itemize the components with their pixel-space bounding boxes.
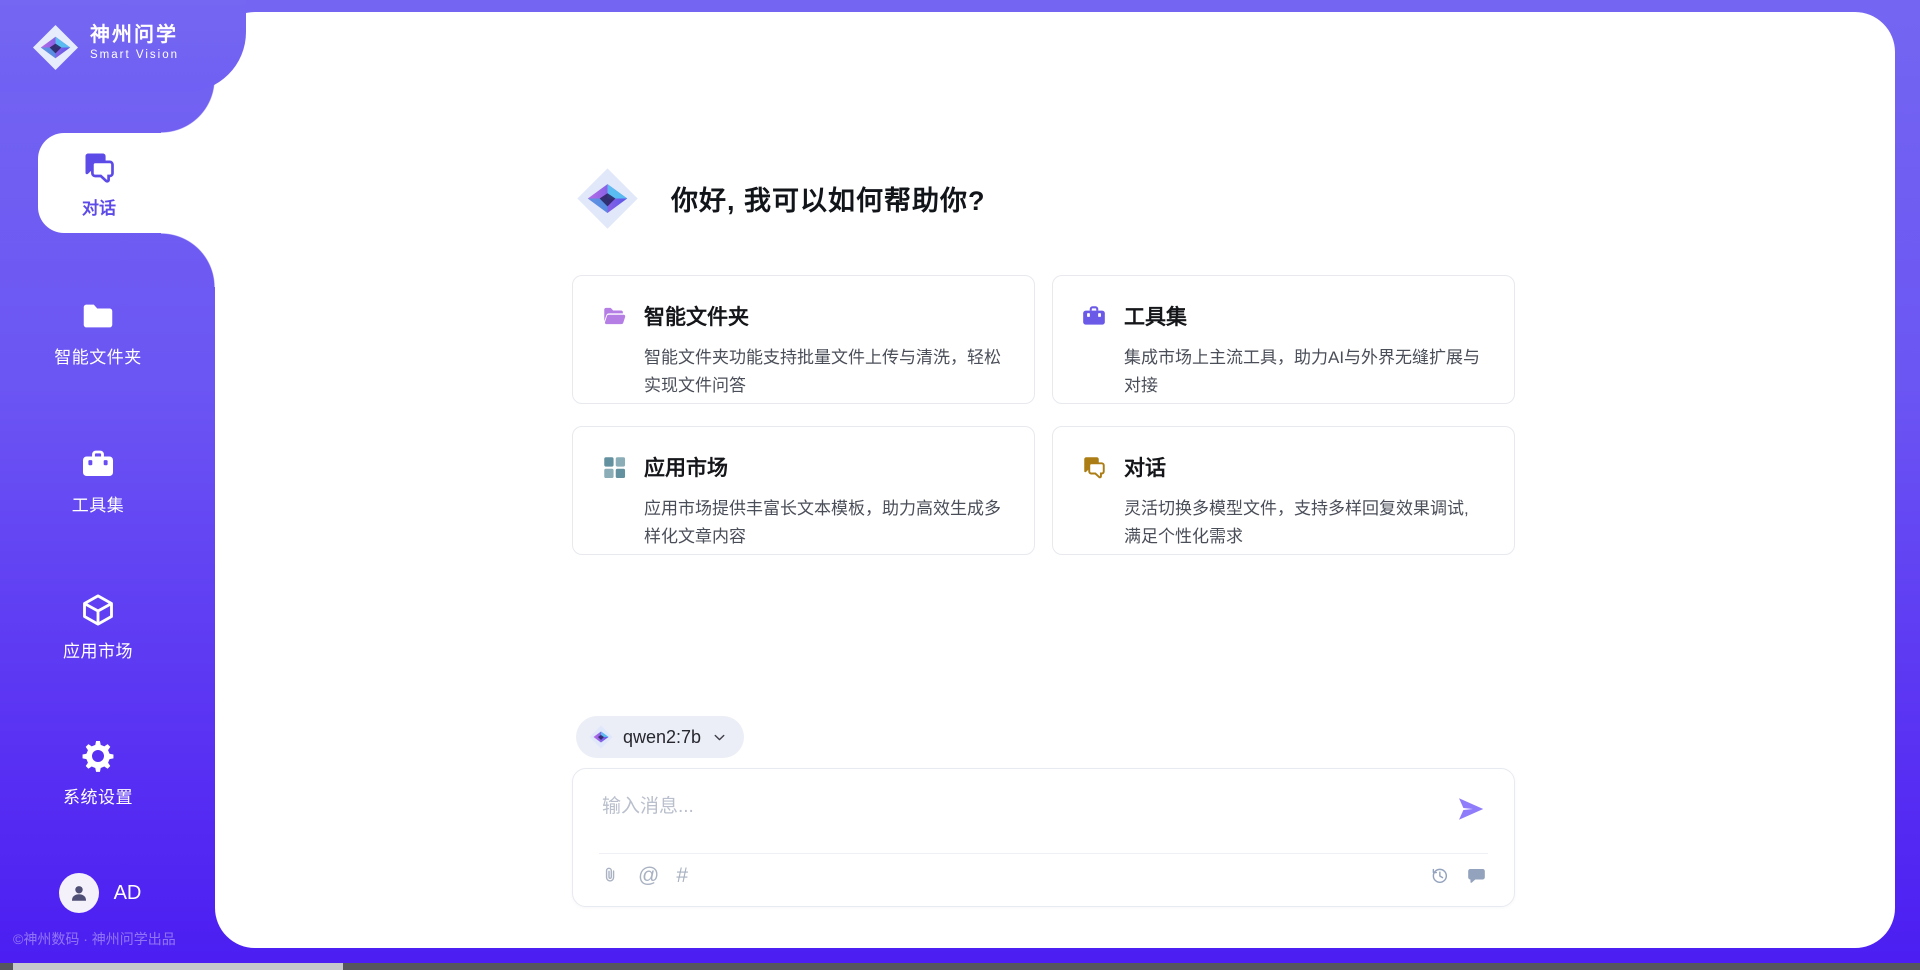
sidebar-item-settings[interactable]: 系统设置 <box>0 738 196 808</box>
user-profile[interactable]: AD <box>0 873 200 913</box>
send-button[interactable] <box>1454 793 1488 827</box>
feedback-button[interactable] <box>1466 865 1487 886</box>
horizontal-scrollbar[interactable] <box>0 963 1920 970</box>
card-description: 集成市场上主流工具，助力AI与外界无缝扩展与对接 <box>1124 344 1490 400</box>
history-button[interactable] <box>1429 865 1450 886</box>
paperclip-icon <box>600 865 621 886</box>
chat-icon <box>81 149 117 185</box>
chevron-down-icon <box>711 729 728 746</box>
gear-icon <box>80 738 116 774</box>
card-description: 灵活切换多模型文件，支持多样回复效果调试, 满足个性化需求 <box>1124 495 1490 551</box>
sidebar-item-label: 系统设置 <box>63 783 133 808</box>
avatar <box>59 873 99 913</box>
composer-tools-left: @ # <box>600 865 688 886</box>
feature-cards: 智能文件夹 智能文件夹功能支持批量文件上传与清洗，轻松实现文件问答 工具集 集成… <box>572 275 1515 555</box>
composer-tools-right <box>1429 865 1487 886</box>
brand-subtitle: Smart Vision <box>90 49 179 61</box>
message-icon <box>1466 865 1487 886</box>
composer-divider <box>599 853 1488 854</box>
cube-icon <box>80 592 116 628</box>
sidebar-item-label: 应用市场 <box>63 637 133 662</box>
history-icon <box>1429 865 1450 886</box>
grid-icon <box>601 454 627 480</box>
user-initials: AD <box>114 882 142 905</box>
brand-logo-icon <box>32 24 79 71</box>
sidebar-item-label: 智能文件夹 <box>54 343 142 368</box>
sidebar-item-app-market[interactable]: 应用市场 <box>0 592 196 662</box>
message-composer: @ # <box>572 768 1515 907</box>
feature-card-app-market[interactable]: 应用市场 应用市场提供丰富长文本模板，助力高效生成多样化文章内容 <box>572 426 1035 555</box>
sidebar-item-label: 工具集 <box>72 491 125 516</box>
model-name: qwen2:7b <box>623 727 701 748</box>
feature-card-toolset[interactable]: 工具集 集成市场上主流工具，助力AI与外界无缝扩展与对接 <box>1052 275 1515 404</box>
briefcase-icon <box>1081 303 1107 329</box>
chat-icon <box>1081 454 1107 480</box>
model-logo-icon <box>589 725 613 749</box>
attachment-button[interactable] <box>600 865 621 886</box>
greeting-block: 你好, 我可以如何帮助你? <box>576 167 986 230</box>
card-description: 智能文件夹功能支持批量文件上传与清洗，轻松实现文件问答 <box>644 344 1010 400</box>
app-window: 对话 神州问学 Smart Vision 智能文件夹 工具集 <box>0 0 1920 970</box>
card-title: 对话 <box>1124 452 1166 482</box>
sidebar-item-toolset[interactable]: 工具集 <box>0 446 196 516</box>
greeting-title: 你好, 我可以如何帮助你? <box>671 179 986 218</box>
card-title: 智能文件夹 <box>644 301 749 331</box>
scrollbar-thumb[interactable] <box>13 963 343 970</box>
sidebar-item-label: 对话 <box>82 194 116 219</box>
folder-open-icon <box>601 303 627 329</box>
feature-card-smart-folder[interactable]: 智能文件夹 智能文件夹功能支持批量文件上传与清洗，轻松实现文件问答 <box>572 275 1035 404</box>
assistant-logo-icon <box>576 167 639 230</box>
folder-icon <box>80 298 116 334</box>
topic-icon[interactable]: # <box>676 865 688 886</box>
feature-card-chat[interactable]: 对话 灵活切换多模型文件，支持多样回复效果调试, 满足个性化需求 <box>1052 426 1515 555</box>
person-icon <box>67 881 91 905</box>
brand-name: 神州问学 <box>90 24 179 46</box>
sidebar-item-chat[interactable]: 对话 <box>38 133 218 233</box>
send-icon <box>1456 794 1486 824</box>
card-title: 工具集 <box>1124 301 1187 331</box>
copyright-text: ©神州数码 · 神州问学出品 <box>13 929 176 949</box>
card-title: 应用市场 <box>644 452 728 482</box>
tab-fillet-bottom <box>161 233 217 287</box>
sidebar-logo-area: 神州问学 Smart Vision <box>0 0 246 92</box>
model-selector[interactable]: qwen2:7b <box>576 716 744 758</box>
sidebar-item-smart-folder[interactable]: 智能文件夹 <box>0 298 196 368</box>
message-input[interactable] <box>600 789 1434 848</box>
briefcase-icon <box>80 446 116 482</box>
mention-icon[interactable]: @ <box>638 865 659 886</box>
card-description: 应用市场提供丰富长文本模板，助力高效生成多样化文章内容 <box>644 495 1010 551</box>
